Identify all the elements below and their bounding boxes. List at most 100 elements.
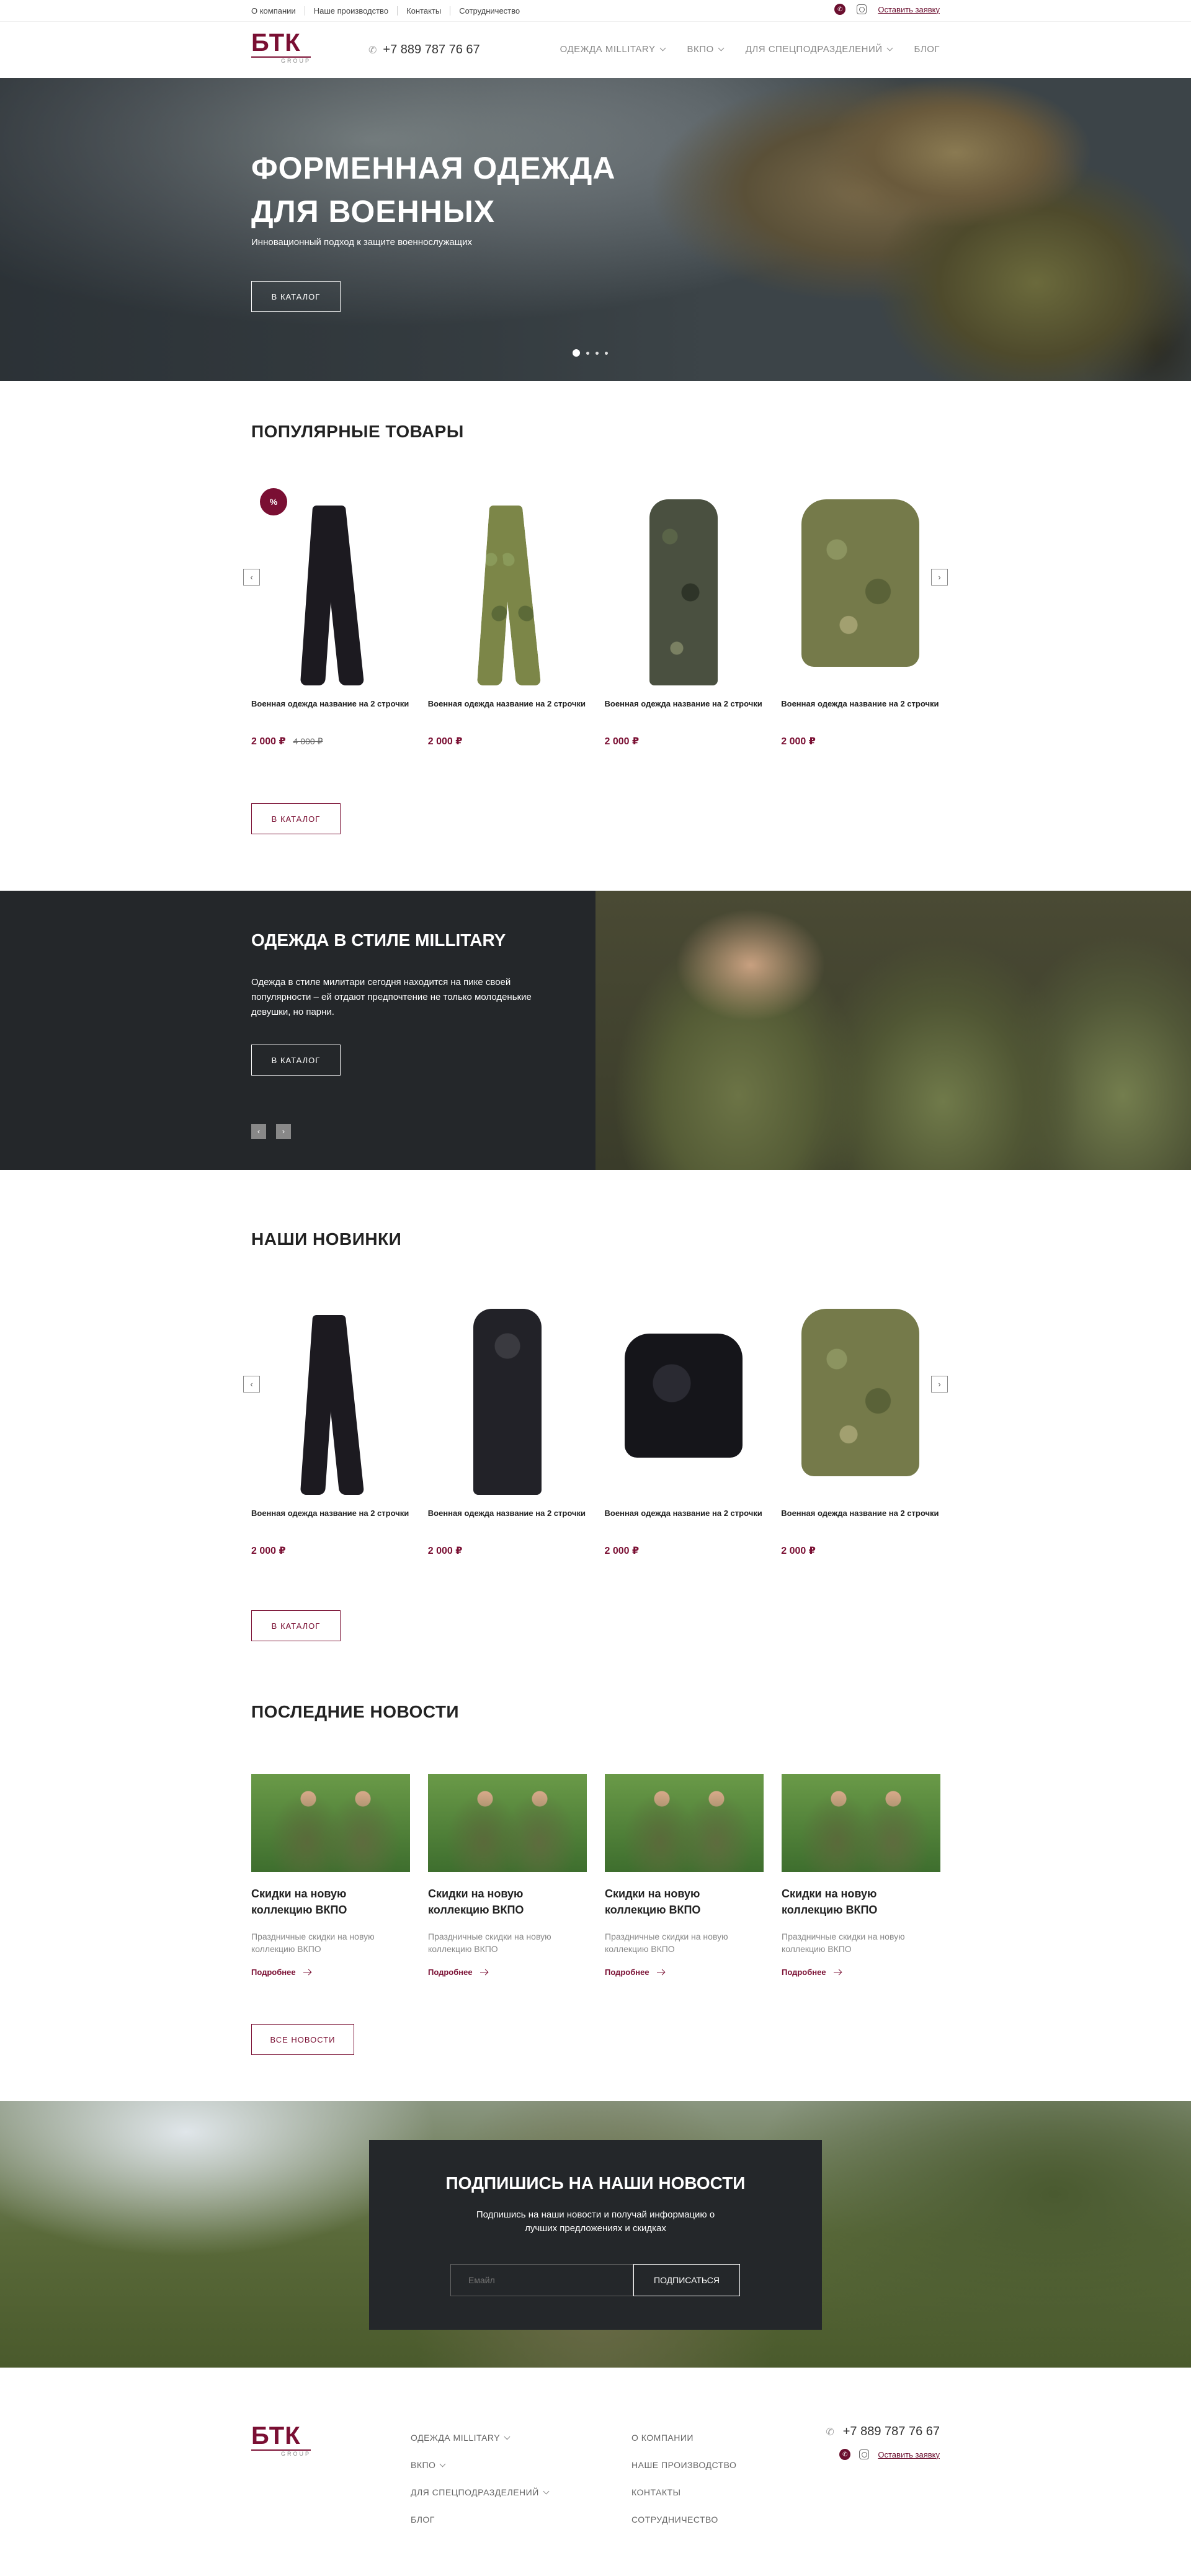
news-card[interactable]: Скидки на новую коллекцию ВКПО Праздничн… — [605, 1774, 764, 1977]
product-name[interactable]: Военная одежда название на 2 строчки — [251, 699, 410, 721]
footer-logo[interactable]: БТК GROUP — [251, 2422, 311, 2457]
hero-subtitle: Инновационный подход к защите военнослуж… — [251, 237, 472, 247]
product-image[interactable] — [428, 1290, 587, 1495]
product-name[interactable]: Военная одежда название на 2 строчки — [605, 699, 764, 721]
top-right: ✆ Оставить заявку — [834, 4, 940, 15]
logo[interactable]: БТК GROUP — [251, 29, 311, 64]
product-card[interactable]: Военная одежда название на 2 строчки 2 0… — [781, 481, 940, 747]
product-card[interactable]: Военная одежда название на 2 строчки 2 0… — [605, 1290, 764, 1557]
product-card[interactable]: Военная одежда название на 2 строчки 2 0… — [251, 1290, 410, 1557]
top-links: О компании Наше производство Контакты Со… — [251, 6, 529, 16]
news-card-title[interactable]: Скидки на новую коллекцию ВКПО — [428, 1886, 587, 1918]
news-card-title[interactable]: Скидки на новую коллекцию ВКПО — [782, 1886, 940, 1918]
slider-dot[interactable] — [605, 351, 608, 355]
product-name[interactable]: Военная одежда название на 2 строчки — [605, 1509, 764, 1531]
footer-link-production[interactable]: НАШЕ ПРОИЗВОДСТВО — [631, 2451, 736, 2479]
hero-image — [633, 78, 1191, 381]
top-link-contacts[interactable]: Контакты — [398, 6, 451, 16]
nav-item-blog[interactable]: БЛОГ — [914, 44, 940, 55]
nav-item-vkpo[interactable]: ВКПО — [687, 44, 725, 55]
chevron-down-icon — [659, 45, 666, 51]
phone-icon[interactable]: ✆ — [839, 2449, 851, 2460]
military-next-arrow[interactable]: › — [276, 1124, 291, 1139]
hero-catalog-button[interactable]: В КАТАЛОГ — [251, 281, 341, 312]
phone-icon[interactable]: ✆ — [834, 4, 846, 15]
subscribe-box: ПОДПИШИСЬ НА НАШИ НОВОСТИ Подпишись на н… — [369, 2140, 822, 2330]
footer-link-about[interactable]: О КОМПАНИИ — [631, 2424, 736, 2451]
news-more-link[interactable]: Подробнее — [782, 1968, 940, 1977]
subscribe-section: ПОДПИШИСЬ НА НАШИ НОВОСТИ Подпишись на н… — [0, 2101, 1191, 2368]
product-old-price: 4 000 ₽ — [293, 736, 323, 746]
product-name[interactable]: Военная одежда название на 2 строчки — [428, 1509, 587, 1531]
news-card[interactable]: Скидки на новую коллекцию ВКПО Праздничн… — [251, 1774, 410, 1977]
top-link-about[interactable]: О компании — [251, 6, 305, 16]
product-price: 2 000 ₽ — [781, 1546, 816, 1556]
chevron-down-icon — [718, 45, 725, 51]
nav-item-special[interactable]: ДЛЯ СПЕЦПОДРАЗДЕЛЕНИЙ — [746, 44, 893, 55]
nav-item-military[interactable]: ОДЕЖДА MILLITARY — [560, 44, 666, 55]
product-card[interactable]: % Военная одежда название на 2 строчки 2… — [251, 481, 410, 747]
news-card[interactable]: Скидки на новую коллекцию ВКПО Праздничн… — [428, 1774, 587, 1977]
product-name[interactable]: Военная одежда название на 2 строчки — [781, 699, 940, 721]
footer-link-cooperation[interactable]: СОТРУДНИЧЕСТВО — [631, 2506, 736, 2533]
request-link[interactable]: Оставить заявку — [878, 5, 940, 14]
product-image[interactable] — [781, 1290, 940, 1495]
news-card-title[interactable]: Скидки на новую коллекцию ВКПО — [251, 1886, 410, 1918]
news-image[interactable] — [782, 1774, 940, 1872]
product-card[interactable]: Военная одежда название на 2 строчки 2 0… — [428, 1290, 587, 1557]
slider-dot[interactable] — [586, 351, 589, 355]
product-image[interactable] — [605, 481, 764, 685]
product-card[interactable]: Военная одежда название на 2 строчки 2 0… — [428, 481, 587, 747]
footer-col-catalog: ОДЕЖДА MILLITARY ВКПО ДЛЯ СПЕЦПОДРАЗДЕЛЕ… — [411, 2424, 550, 2533]
product-name[interactable]: Военная одежда название на 2 строчки — [428, 699, 587, 721]
popular-catalog-button[interactable]: В КАТАЛОГ — [251, 803, 341, 834]
arrow-right-icon — [303, 1971, 311, 1973]
phone-handset-icon: ✆ — [368, 45, 377, 56]
footer-link-special[interactable]: ДЛЯ СПЕЦПОДРАЗДЕЛЕНИЙ — [411, 2479, 550, 2506]
military-catalog-button[interactable]: В КАТАЛОГ — [251, 1045, 341, 1076]
arrow-right-icon — [480, 1971, 488, 1973]
slider-dot[interactable] — [596, 351, 599, 355]
military-title: ОДЕЖДА В СТИЛЕ MILLITARY — [251, 930, 506, 950]
news-card-title[interactable]: Скидки на новую коллекцию ВКПО — [605, 1886, 764, 1918]
footer-request-link[interactable]: Оставить заявку — [878, 2450, 940, 2459]
product-image[interactable] — [605, 1290, 764, 1495]
top-link-production[interactable]: Наше производство — [305, 6, 398, 16]
military-prev-arrow[interactable]: ‹ — [251, 1124, 266, 1139]
subscribe-button[interactable]: ПОДПИСАТЬСЯ — [633, 2264, 740, 2296]
instagram-icon[interactable] — [859, 2449, 870, 2459]
footer-phone[interactable]: ✆ +7 889 787 76 67 — [826, 2425, 940, 2439]
product-image[interactable] — [781, 481, 940, 685]
news-more-link[interactable]: Подробнее — [251, 1968, 410, 1977]
footer-link-contacts[interactable]: КОНТАКТЫ — [631, 2479, 736, 2506]
product-card[interactable]: Военная одежда название на 2 строчки 2 0… — [605, 481, 764, 747]
slider-dot[interactable] — [573, 349, 580, 357]
news-card-text: Праздничные скидки на новую коллекцию ВК… — [782, 1932, 905, 1954]
news-card[interactable]: Скидки на новую коллекцию ВКПО Праздничн… — [782, 1774, 940, 1977]
chevron-down-icon — [543, 2488, 550, 2494]
news-image[interactable] — [605, 1774, 764, 1872]
discount-badge: % — [260, 488, 287, 515]
footer-link-blog[interactable]: БЛОГ — [411, 2506, 548, 2533]
instagram-icon[interactable] — [857, 4, 867, 14]
product-price: 2 000 ₽ — [604, 1546, 640, 1556]
product-name[interactable]: Военная одежда название на 2 строчки — [781, 1509, 940, 1531]
news-image[interactable] — [251, 1774, 410, 1872]
news-more-link[interactable]: Подробнее — [605, 1968, 764, 1977]
footer-link-military[interactable]: ОДЕЖДА MILLITARY — [411, 2424, 548, 2451]
news-more-link[interactable]: Подробнее — [428, 1968, 587, 1977]
product-name[interactable]: Военная одежда название на 2 строчки — [251, 1509, 410, 1531]
all-news-button[interactable]: ВСЕ НОВОСТИ — [251, 2024, 354, 2055]
novelties-catalog-button[interactable]: В КАТАЛОГ — [251, 1610, 341, 1641]
product-card[interactable]: Военная одежда название на 2 строчки 2 0… — [781, 1290, 940, 1557]
email-input[interactable]: Емайл — [450, 2264, 633, 2296]
header-phone[interactable]: ✆ +7 889 787 76 67 — [368, 43, 480, 57]
chevron-down-icon — [886, 45, 893, 51]
product-image[interactable] — [428, 481, 587, 685]
news-image[interactable] — [428, 1774, 587, 1872]
arrow-right-icon — [833, 1971, 841, 1973]
product-image[interactable] — [251, 1290, 410, 1495]
footer-link-vkpo[interactable]: ВКПО — [411, 2451, 548, 2479]
novelties-title: НАШИ НОВИНКИ — [251, 1229, 402, 1249]
top-link-cooperation[interactable]: Сотрудничество — [450, 6, 529, 16]
